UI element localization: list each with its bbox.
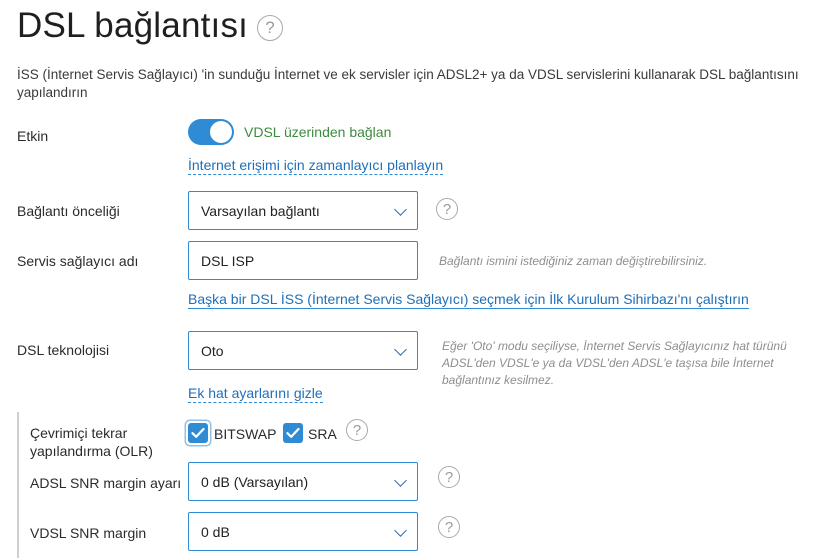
group-divider [17,412,19,558]
hide-line-settings-link[interactable]: Ek hat ayarlarını gizle [188,385,323,403]
toggle-status-text: VDSL üzerinden bağlan [244,124,392,140]
title-help-icon[interactable]: ? [257,15,283,41]
vdsl-snr-help-icon[interactable]: ? [438,516,460,538]
technology-value: Oto [201,342,224,359]
chevron-down-icon [394,202,407,216]
checkmark-icon [283,423,303,443]
adsl-snr-help-icon[interactable]: ? [438,466,460,488]
vdsl-snr-label: VDSL SNR margin [30,525,147,541]
checkmark-icon [188,423,208,443]
vdsl-snr-select[interactable]: 0 dB [188,512,418,551]
technology-label: DSL teknolojisi [17,342,110,358]
priority-label: Bağlantı önceliği [17,203,120,219]
vdsl-snr-value: 0 dB [201,523,230,540]
sra-label: SRA [308,426,337,442]
technology-select[interactable]: Oto [188,331,418,370]
enabled-label: Etkin [17,128,49,144]
toggle-knob [210,121,232,143]
provider-hint: Bağlantı ismini istediğiniz zaman değişt… [439,254,708,268]
enabled-toggle[interactable] [188,119,234,145]
provider-name-value: DSL ISP [201,252,255,269]
olr-label: Çevrimiçi tekrar yapılandırma (OLR) [30,425,153,459]
adsl-snr-value: 0 dB (Varsayılan) [201,473,309,490]
adsl-snr-select[interactable]: 0 dB (Varsayılan) [188,462,418,501]
page-title: DSL bağlantısı [17,6,249,45]
wizard-link[interactable]: Başka bir DSL İSS (İnternet Servis Sağla… [188,291,749,309]
page-description: İSS (İnternet Servis Sağlayıcı) 'in sund… [17,67,799,100]
bitswap-label: BITSWAP [214,426,277,442]
olr-help-icon[interactable]: ? [346,419,368,441]
technology-hint: Eğer 'Oto' modu seçiliyse, İnternet Serv… [442,339,787,387]
chevron-down-icon [394,342,407,356]
chevron-down-icon [394,473,407,487]
provider-name-input[interactable]: DSL ISP [188,241,418,280]
priority-help-icon[interactable]: ? [436,198,458,220]
bitswap-checkbox[interactable] [186,421,210,445]
provider-label: Servis sağlayıcı adı [17,253,139,269]
priority-select[interactable]: Varsayılan bağlantı [188,191,418,230]
adsl-snr-label: ADSL SNR margin ayarı [30,475,182,491]
priority-value: Varsayılan bağlantı [201,202,320,219]
sra-checkbox[interactable] [283,423,303,443]
chevron-down-icon [394,523,407,537]
schedule-link[interactable]: İnternet erişimi için zamanlayıcı planla… [188,157,444,175]
